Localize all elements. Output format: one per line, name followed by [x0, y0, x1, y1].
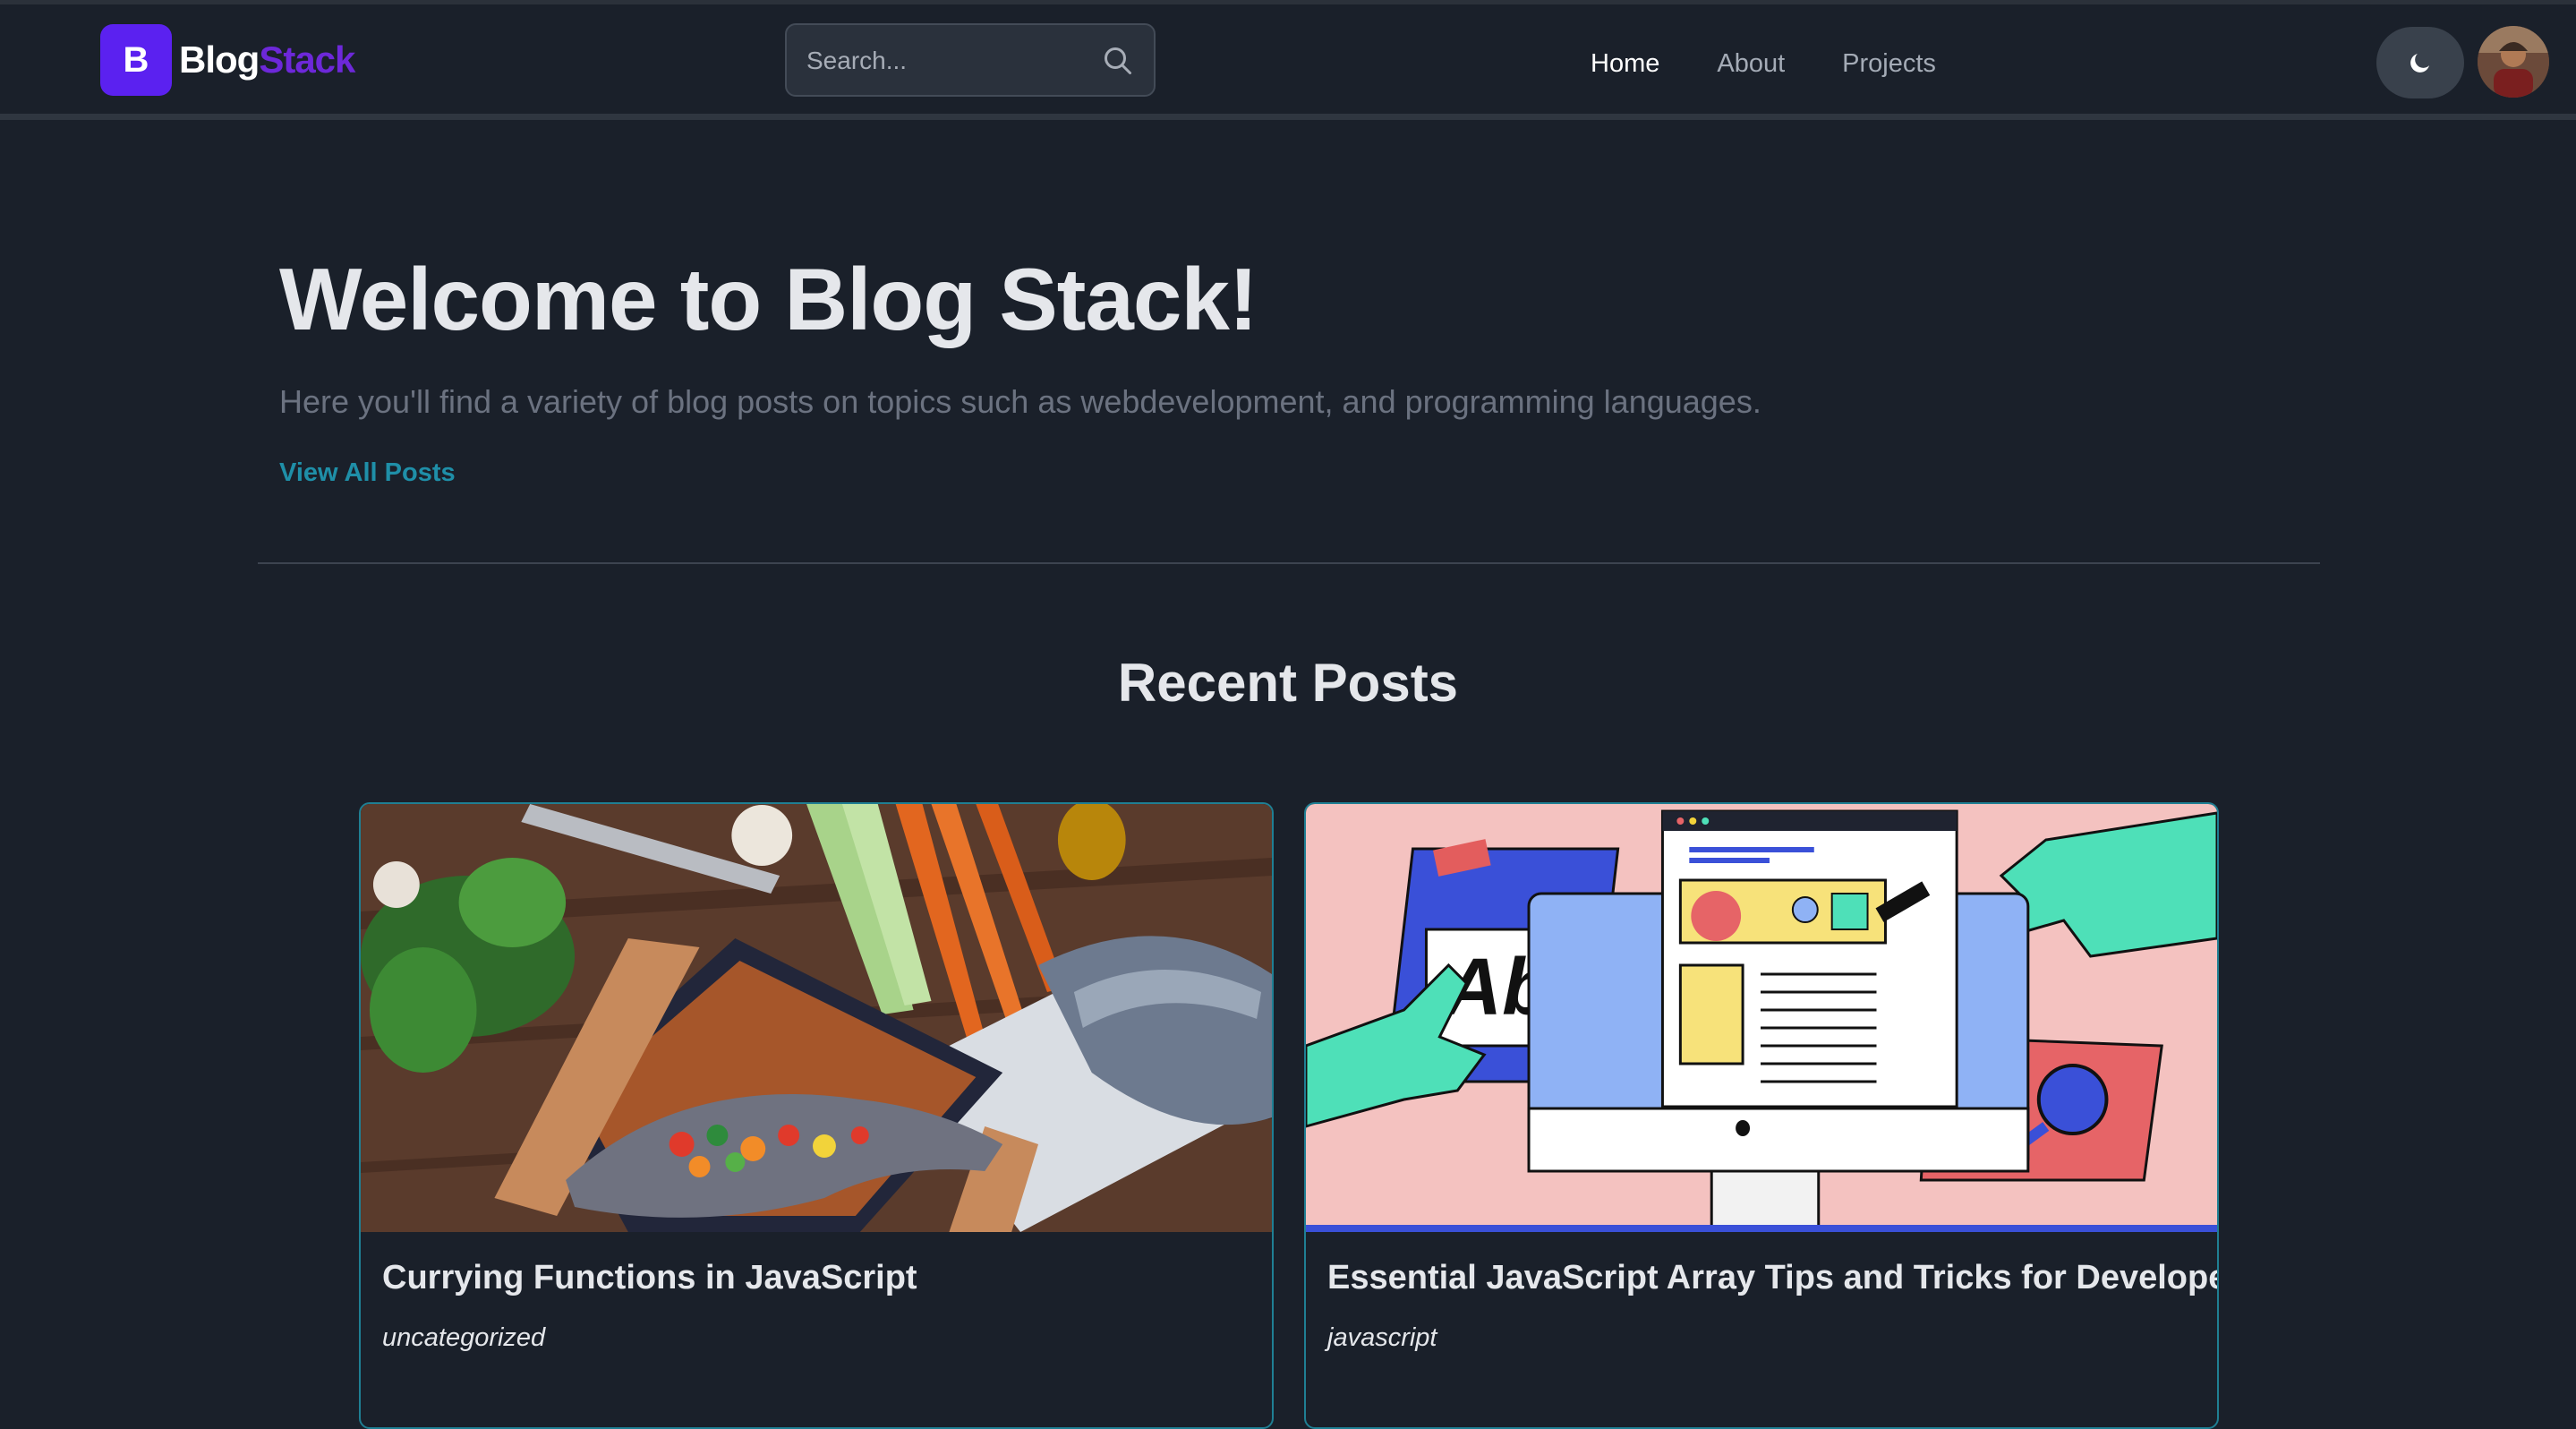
brand-name: BlogStack: [179, 39, 355, 81]
avatar-image: [2478, 26, 2549, 98]
brand-part-2: Stack: [259, 39, 355, 81]
site-logo[interactable]: B BlogStack: [100, 24, 355, 96]
post-thumbnail-fish-vegetables: [361, 804, 1272, 1232]
logo-letter: B: [123, 39, 149, 80]
post-thumbnail-web-design: Ab: [1306, 804, 2217, 1232]
recent-posts-heading: Recent Posts: [1117, 653, 1459, 713]
search-box: [785, 23, 1156, 97]
post-category: uncategorized: [382, 1323, 546, 1352]
user-avatar[interactable]: [2478, 26, 2549, 98]
moon-icon: [2410, 54, 2429, 73]
theme-toggle-button[interactable]: [2376, 27, 2464, 98]
post-title[interactable]: Essential JavaScript Array Tips and Tric…: [1327, 1259, 2217, 1297]
hero-subtitle: Here you'll find a variety of blog posts…: [279, 383, 1761, 420]
site-header: B BlogStack Home About Projects: [0, 4, 2576, 120]
main-nav: Home About Projects: [1591, 49, 1993, 79]
post-card[interactable]: Currying Functions in JavaScript uncateg…: [359, 802, 1274, 1429]
search-icon[interactable]: [1102, 45, 1134, 77]
post-card[interactable]: Ab Essential JavaScript Array Tips and T…: [1304, 802, 2219, 1429]
hero-title: Welcome to Blog Stack!: [279, 250, 1258, 348]
logo-icon: B: [100, 24, 172, 96]
search-input[interactable]: [805, 25, 1095, 97]
nav-home[interactable]: Home: [1591, 49, 1659, 79]
view-all-posts-link[interactable]: View All Posts: [279, 458, 456, 488]
post-category: javascript: [1327, 1323, 1437, 1352]
section-divider: [258, 562, 2320, 564]
nav-projects[interactable]: Projects: [1842, 49, 1936, 79]
post-title[interactable]: Currying Functions in JavaScript: [382, 1259, 917, 1297]
nav-about[interactable]: About: [1717, 49, 1785, 79]
brand-part-1: Blog: [179, 39, 260, 81]
